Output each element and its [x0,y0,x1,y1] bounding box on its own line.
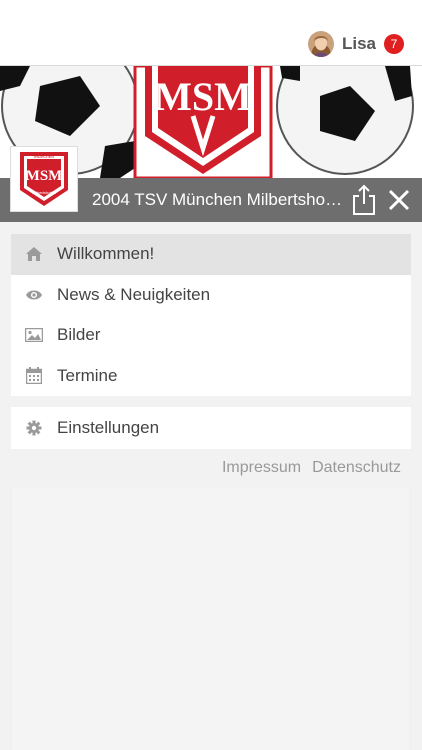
logo-letters: MSM [26,168,63,184]
calendar-icon [24,366,44,386]
menu-item-label: Willkommen! [57,244,155,264]
menu-item-bilder[interactable]: Bilder [11,315,411,356]
settings-label: Einstellungen [57,418,160,437]
logo-top-text: München [34,154,55,160]
notification-badge[interactable]: 7 [384,34,404,54]
avatar[interactable] [307,31,334,57]
datenschutz-link[interactable]: Datenschutz [312,459,401,477]
club-logo: München MSM Milbertshofen [10,146,78,212]
menu-item-label: News & Neuigkeiten [57,284,211,304]
menu-item-einstellungen[interactable]: Einstellungen [11,407,411,449]
image-icon [24,325,44,345]
club-title: 2004 TSV München Milbertshofen [92,190,344,209]
close-icon [388,189,410,211]
menu-item-label: Termine [57,365,118,385]
impressum-link[interactable]: Impressum [222,459,301,477]
close-button[interactable] [386,187,412,213]
empty-content-area [11,488,411,750]
banner-crest-letters: MSM [154,74,252,119]
gear-icon [24,418,44,438]
logo-bottom-text: Milbertshofen [32,190,56,195]
home-icon [24,244,44,264]
navigation-menu: Willkommen! News & Neuigkeiten Bilder Te… [11,234,411,396]
user-menu[interactable]: Lisa 7 [307,30,404,58]
user-name[interactable]: Lisa [342,34,376,54]
top-bar: Lisa 7 [0,0,422,66]
menu-item-label: Bilder [57,325,101,345]
menu-item-news[interactable]: News & Neuigkeiten [11,275,411,316]
menu-item-termine[interactable]: Termine [11,356,411,397]
share-button[interactable] [350,184,378,216]
footer-links: Impressum Datenschutz [211,457,401,479]
menu-item-willkommen[interactable]: Willkommen! [11,234,411,275]
share-icon [353,184,375,215]
eye-icon [24,285,44,305]
